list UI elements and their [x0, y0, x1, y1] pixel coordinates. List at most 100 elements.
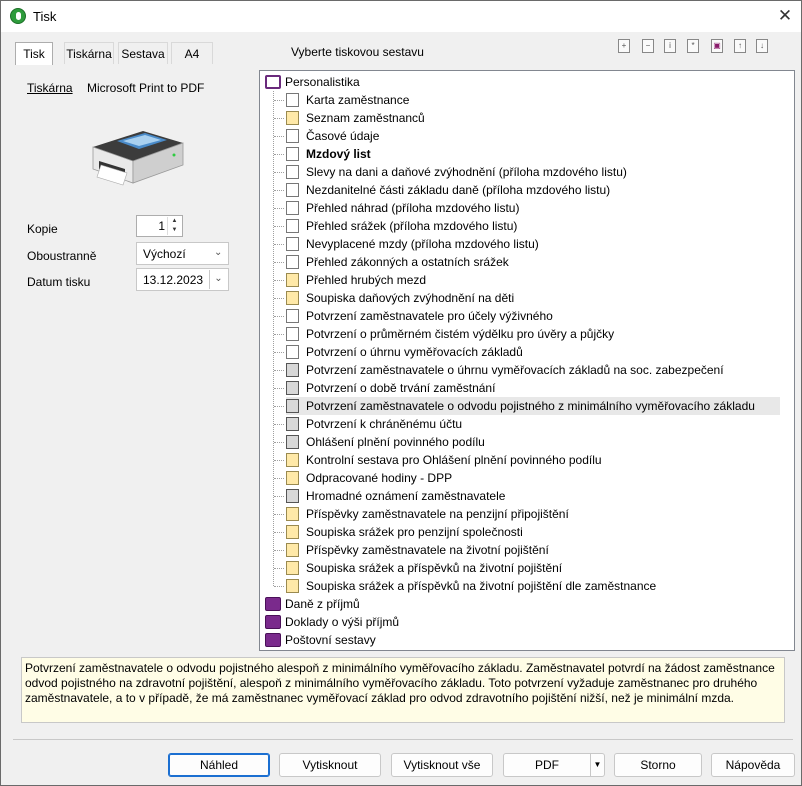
gray-document-icon — [286, 435, 299, 449]
tree-connector — [274, 352, 284, 353]
print-all-button[interactable]: Vytisknout vše — [391, 753, 493, 777]
spin-up-icon[interactable]: ▲ — [168, 217, 181, 226]
asterisk-icon[interactable]: * — [687, 39, 699, 53]
tree-node-label: Hromadné oznámení zaměstnavatele — [306, 489, 506, 503]
duplex-select[interactable]: Výchozí ⌄ — [136, 242, 229, 265]
tab-tisk[interactable]: Tisk — [15, 42, 53, 65]
gray-document-icon — [286, 489, 299, 503]
tab-tiskarna[interactable]: Tiskárna — [64, 42, 114, 64]
close-icon[interactable]: ✕ — [771, 4, 799, 28]
date-picker[interactable]: 13.12.2023 ⌄ — [136, 268, 229, 291]
printer-name: Microsoft Print to PDF — [87, 81, 205, 95]
report-header: Vyberte tiskovou sestavu — [291, 45, 424, 59]
document-icon — [286, 129, 299, 143]
preview-button[interactable]: Náhled — [168, 753, 270, 777]
document-icon — [286, 255, 299, 269]
tree-node-label: Potvrzení o úhrnu vyměřovacích základů — [306, 345, 523, 359]
printer-icon — [92, 131, 184, 186]
tree-node-label: Daně z příjmů — [285, 597, 360, 611]
tree-node-label: Potvrzení k chráněnému účtu — [306, 417, 463, 431]
document-icon — [286, 327, 299, 341]
print-dialog: Tisk ✕ Tisk Tiskárna Sestava A4 Tiskárna… — [0, 0, 802, 786]
document-icon — [286, 309, 299, 323]
yellow-document-icon — [286, 579, 299, 593]
tree-connector — [274, 118, 284, 119]
document-icon — [286, 219, 299, 233]
tree-node-label: Přehled zákonných a ostatních srážek — [306, 255, 509, 269]
tree-connector — [274, 388, 284, 389]
move-up-icon[interactable]: ↑ — [734, 39, 746, 53]
tree-connector — [274, 136, 284, 137]
caret-down-icon[interactable]: ▼ — [590, 754, 604, 776]
gray-document-icon — [286, 363, 299, 377]
help-button[interactable]: Nápověda — [711, 753, 795, 777]
collapse-icon[interactable]: − — [642, 39, 654, 53]
pdf-button[interactable]: PDF ▼ — [503, 753, 605, 777]
yellow-document-icon — [286, 543, 299, 557]
info-icon[interactable]: i — [664, 39, 676, 53]
tree-node[interactable]: Potvrzení zaměstnavatele o odvodu pojist… — [286, 397, 780, 415]
tree-node-label: Soupiska srážek a příspěvků na životní p… — [306, 579, 657, 593]
tree-node-label: Časové údaje — [306, 129, 380, 143]
tab-a4[interactable]: A4 — [171, 42, 213, 64]
move-down-icon[interactable]: ↓ — [756, 39, 768, 53]
tree-connector — [274, 334, 284, 335]
gray-document-icon — [286, 399, 299, 413]
tree-connector — [274, 298, 284, 299]
copies-label: Kopie — [27, 222, 58, 236]
tree-node-label: Kontrolní sestava pro Ohlášení plnění po… — [306, 453, 602, 467]
title-bar: Tisk ✕ — [1, 1, 801, 32]
tree-node-label: Ohlášení plnění povinného podílu — [306, 435, 485, 449]
tree-connector — [274, 208, 284, 209]
tree-node-label: Nevyplacené mzdy (příloha mzdového listu… — [306, 237, 539, 251]
yellow-document-icon — [286, 273, 299, 287]
tree-connector — [274, 244, 284, 245]
spinner-arrows[interactable]: ▲ ▼ — [167, 217, 181, 235]
chevron-down-icon: ⌄ — [214, 247, 223, 258]
cancel-button[interactable]: Storno — [614, 753, 702, 777]
tree-connector — [274, 262, 284, 263]
tree-connector — [274, 280, 284, 281]
tree-connector — [274, 478, 284, 479]
print-settings-panel: Tiskárna Microsoft Print to PDF Kopie 1 … — [15, 64, 243, 651]
tree-connector — [274, 460, 284, 461]
yellow-document-icon — [286, 525, 299, 539]
yellow-document-icon — [286, 561, 299, 575]
gray-document-icon — [286, 417, 299, 431]
tree-node-label: Příspěvky zaměstnavatele na penzijní při… — [306, 507, 569, 521]
pdf-label: PDF — [535, 758, 559, 772]
tree-connector — [274, 568, 284, 569]
yellow-document-icon — [286, 471, 299, 485]
tree-connector — [273, 91, 274, 586]
document-icon — [286, 201, 299, 215]
yellow-document-icon — [286, 291, 299, 305]
tree-node-label: Potvrzení o průměrném čistém výdělku pro… — [306, 327, 615, 341]
tree-connector — [274, 190, 284, 191]
tree-node-label: Nezdanitelné části základu daně (příloha… — [306, 183, 611, 197]
gray-document-icon — [286, 381, 299, 395]
copies-spinner[interactable]: 1 ▲ ▼ — [136, 215, 183, 237]
tree-node-label: Potvrzení zaměstnavatele pro účely výživ… — [306, 309, 553, 323]
tree-connector — [274, 316, 284, 317]
spin-down-icon[interactable]: ▼ — [168, 226, 181, 235]
duplex-value: Výchozí — [143, 247, 186, 261]
tree-node-label: Potvrzení o době trvání zaměstnání — [306, 381, 496, 395]
date-value: 13.12.2023 — [143, 273, 204, 287]
expand-icon[interactable]: + — [618, 39, 630, 53]
tree-connector — [274, 172, 284, 173]
tree-node-label: Slevy na dani a daňové zvýhodnění (přílo… — [306, 165, 627, 179]
print-button[interactable]: Vytisknout — [279, 753, 381, 777]
tree-connector — [274, 370, 284, 371]
tree-connector — [274, 442, 284, 443]
copies-value: 1 — [158, 219, 165, 233]
copy-report-icon[interactable]: ▣ — [711, 39, 723, 53]
tree-node-label: Soupiska daňových zvýhodnění na děti — [306, 291, 515, 305]
tree-connector — [274, 424, 284, 425]
report-tree[interactable]: Personalistika Karta zaměstnance Seznam za… — [259, 70, 795, 651]
tree-connector — [274, 514, 284, 515]
chevron-down-icon[interactable]: ⌄ — [209, 270, 227, 289]
printer-label-link[interactable]: Tiskárna — [27, 81, 73, 95]
tab-sestava[interactable]: Sestava — [118, 42, 168, 64]
tree-node-label: Přehled hrubých mezd — [306, 273, 427, 287]
tree-connector — [274, 586, 284, 587]
